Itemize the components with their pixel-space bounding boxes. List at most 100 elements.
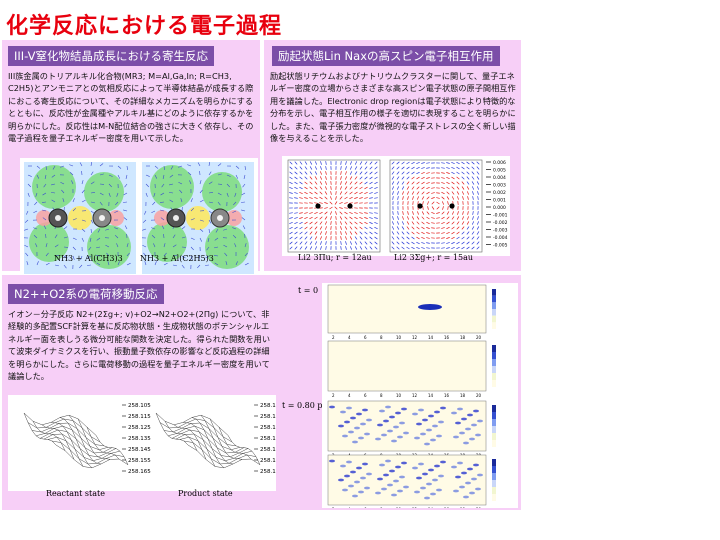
wavepacket-fragment: [338, 424, 344, 428]
wavepacket-fragment: [354, 426, 360, 430]
wp-x-tick: 18: [460, 507, 466, 508]
wavepacket-fragment: [401, 407, 407, 411]
wavepacket-fragment: [387, 429, 393, 433]
caption-left: NH3 + Al(CH3)3: [54, 254, 123, 263]
colorbar-segment: [492, 480, 496, 487]
colorbar-tick: 0.004: [493, 175, 506, 181]
wavepacket-fragment: [432, 478, 438, 482]
wp-x-tick: 10: [396, 507, 402, 508]
wavepacket-fragment: [438, 420, 444, 424]
section-body: III族金属のトリアルキル化合物(MR3; M=Al,Ga,In; R=CH3,…: [8, 71, 254, 144]
wavepacket-fragment: [389, 415, 395, 419]
colorbar-segment: [492, 373, 496, 380]
wavepacket-fragment: [377, 423, 383, 427]
atom-highlight: [173, 215, 179, 221]
wavepacket-fragment: [344, 474, 350, 478]
colorbar-tick: -0.002: [493, 220, 508, 226]
colorbar-tick: -0.003: [493, 228, 508, 234]
colorbar-segment: [492, 295, 496, 303]
wp-x-tick: 10: [396, 393, 402, 398]
wavepacket-fragment: [469, 437, 475, 441]
wp-x-tick: 16: [444, 393, 450, 398]
wavepacket-fragment: [381, 487, 387, 491]
energy-density-figure: [20, 158, 258, 290]
energy-tick-label: 258.115: [128, 414, 151, 420]
colorbar-tick: 0.000: [493, 205, 506, 211]
atom-highlight: [55, 215, 61, 221]
wavepacket-fragment: [350, 416, 356, 420]
wavepacket-fragment: [377, 477, 383, 481]
wavepacket-fragment: [420, 432, 426, 436]
section-heading: III-V窒化物結晶成長における寄生反応: [8, 46, 215, 66]
wavepacket-fragment: [348, 430, 354, 434]
wavepacket-fragment: [329, 405, 335, 409]
wavepacket-fragment: [342, 434, 348, 438]
wavepacket-fragment: [356, 412, 362, 416]
wavepacket-fragment: [362, 462, 368, 466]
wavepacket-fragment: [430, 492, 436, 496]
wavepacket-fragment: [346, 460, 352, 464]
wavepacket-fragment: [391, 439, 397, 443]
density-blob: [150, 165, 194, 209]
energy-tick-label: 258.165: [260, 469, 276, 475]
label-product: Product state: [178, 489, 233, 498]
potential-surface-figure: 258.105 258.115 258.125 258.135 258.145 258.1…: [8, 395, 276, 491]
atom-highlight: [217, 215, 223, 221]
wavepacket-fragment: [414, 490, 420, 494]
wavepacket-fragment: [469, 491, 475, 495]
wavepacket-fragment: [393, 425, 399, 429]
colorbar-segment: [492, 366, 496, 373]
colorbar-tick: 0.003: [493, 183, 506, 189]
stress-tensor-figure: 0.006 0.0050.004 0.0030.002 0.0010.000 -0.00…: [282, 156, 510, 256]
wavepacket-fragment: [440, 406, 446, 410]
density-blob: [84, 172, 124, 212]
energy-tick-label: 258.125: [260, 425, 276, 431]
colorbar-tick: 0.001: [493, 198, 506, 204]
wavepacket-fragment: [387, 483, 393, 487]
section-body: 励起状態リチウムおよびナトリウムクラスターに関して、量子エネルギー密度の立場から…: [270, 71, 516, 144]
wavepacket-fragment: [473, 409, 479, 413]
page-title: 化学反応における電子過程: [6, 14, 283, 39]
nucleus: [417, 203, 423, 209]
wavepacket-fragment: [436, 488, 442, 492]
wavepacket-fragment: [455, 475, 461, 479]
colorbar-tick: 0.005: [493, 168, 506, 174]
section-body: イオン－分子反応 N2+(2Σg+; v)+O2→N2+O2+(2Πg) につい…: [8, 309, 271, 382]
density-blob: [202, 172, 242, 212]
wavepacket-fragment: [412, 466, 418, 470]
wavepacket-fragment: [471, 477, 477, 481]
wavepacket-fragment: [385, 405, 391, 409]
colorbar-segment: [492, 440, 496, 447]
wavepacket-fragment: [424, 496, 430, 500]
wavepacket-fragment: [381, 433, 387, 437]
wavepacket-fragment: [473, 463, 479, 467]
section-crystal-growth: III-V窒化物結晶成長における寄生反応 III族金属のトリアルキル化合物(MR…: [2, 40, 260, 290]
wavepacket-fragment: [329, 459, 335, 463]
energy-tick-label: 258.145: [128, 447, 151, 453]
wp-x-tick: 14: [428, 507, 434, 508]
time-label-0: t = 0: [298, 286, 319, 295]
wavepacket-fragment: [428, 468, 434, 472]
wavepacket-fragment: [393, 479, 399, 483]
colorbar-segment: [492, 315, 496, 323]
wavepacket-fragment: [426, 428, 432, 432]
wp-x-tick: 12: [412, 507, 418, 508]
section-heading: 励起状態Lin Naxの高スピン電子相互作用: [272, 46, 500, 66]
wavepacket-fragment: [379, 409, 385, 413]
wavepacket-fragment: [414, 436, 420, 440]
nucleus: [347, 203, 353, 209]
wavepacket: [418, 304, 442, 310]
energy-tick-label: 258.125: [128, 425, 151, 431]
wavepacket-fragment: [340, 410, 346, 414]
wavepacket-fragment: [364, 486, 370, 490]
density-blob: [186, 206, 210, 230]
colorbar-tick: 0.006: [493, 160, 506, 166]
wavepacket-fragment: [379, 463, 385, 467]
wavepacket-fragment: [348, 484, 354, 488]
density-blob: [32, 165, 76, 209]
wavepacket-panel: [327, 340, 487, 392]
wavepacket-fragment: [403, 485, 409, 489]
wavepacket-fragment: [395, 465, 401, 469]
wavepacket-fragment: [416, 476, 422, 480]
colorbar-segment: [492, 345, 496, 352]
